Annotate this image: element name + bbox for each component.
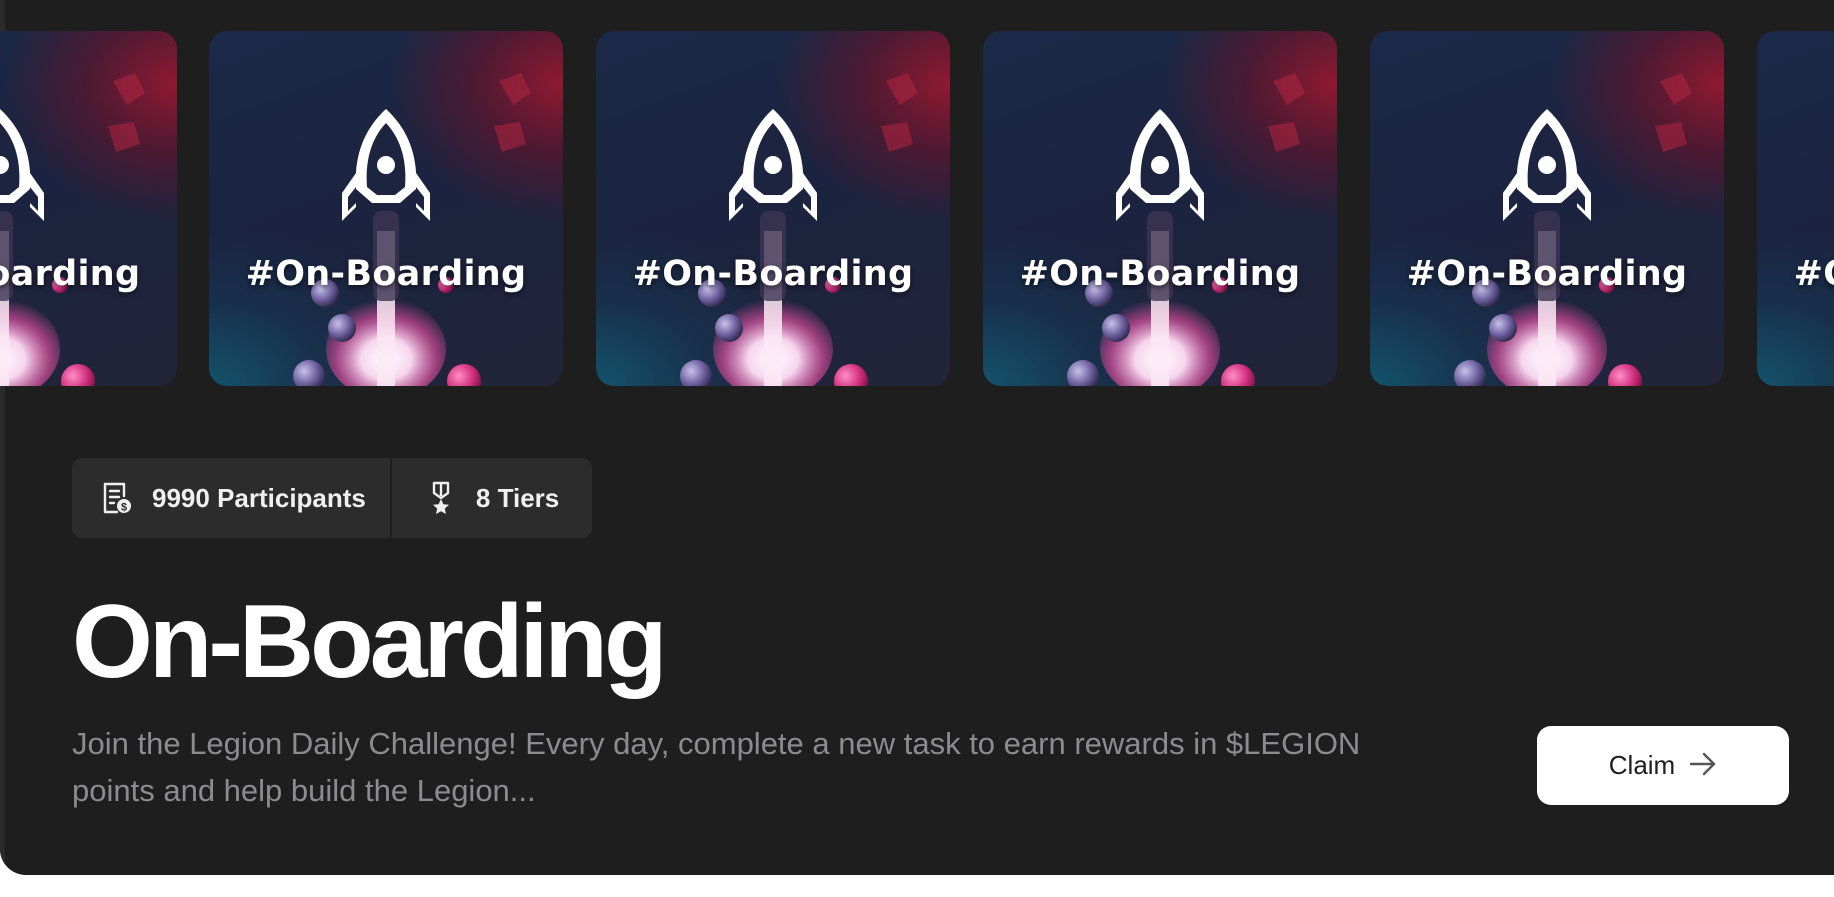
- banner-card-label: #On-Boarding: [245, 254, 527, 294]
- svg-text:$: $: [121, 502, 127, 514]
- banner-card-label: #On-Boarding: [1793, 254, 1834, 294]
- challenge-title: On-Boarding: [72, 584, 667, 700]
- banner-art: [983, 31, 1337, 386]
- banner-card-label: #On-Boarding: [1406, 254, 1688, 294]
- banner-card-label: #On-Boarding: [632, 254, 914, 294]
- banner-carousel[interactable]: #On-Boarding #On: [0, 31, 1834, 386]
- claim-button-label: Claim: [1608, 750, 1676, 780]
- claim-button[interactable]: Claim: [1537, 726, 1789, 805]
- clipboard-badge-icon: $: [100, 481, 134, 515]
- banner-card[interactable]: #On-Boarding: [983, 31, 1337, 386]
- banner-art: [1370, 31, 1724, 386]
- banner-card[interactable]: #On-Boarding: [1757, 31, 1834, 386]
- participants-stat: $ 9990 Participants: [72, 458, 390, 538]
- challenge-stats: $ 9990 Participants 8 Tiers: [72, 458, 592, 538]
- challenge-panel: #On-Boarding #On: [0, 0, 1834, 875]
- tiers-count: 8 Tiers: [475, 482, 560, 513]
- banner-art: [596, 31, 950, 386]
- banner-card-label: #On-Boarding: [0, 254, 141, 294]
- banner-card[interactable]: #On-Boarding: [1370, 31, 1724, 386]
- banner-card[interactable]: #On-Boarding: [0, 31, 177, 386]
- arrow-right-icon: [1689, 752, 1717, 779]
- banner-card-label: #On-Boarding: [1019, 254, 1301, 294]
- banner-art: [1757, 31, 1834, 386]
- banner-art: [209, 31, 563, 386]
- banner-card[interactable]: #On-Boarding: [596, 31, 950, 386]
- tiers-stat: 8 Tiers: [389, 458, 583, 538]
- challenge-description: Join the Legion Daily Challenge! Every d…: [72, 726, 1361, 808]
- participants-count: 9990 Participants: [152, 482, 366, 513]
- banner-art: [0, 31, 177, 386]
- medal-icon: [424, 481, 458, 515]
- banner-card[interactable]: #On-Boarding: [209, 31, 563, 386]
